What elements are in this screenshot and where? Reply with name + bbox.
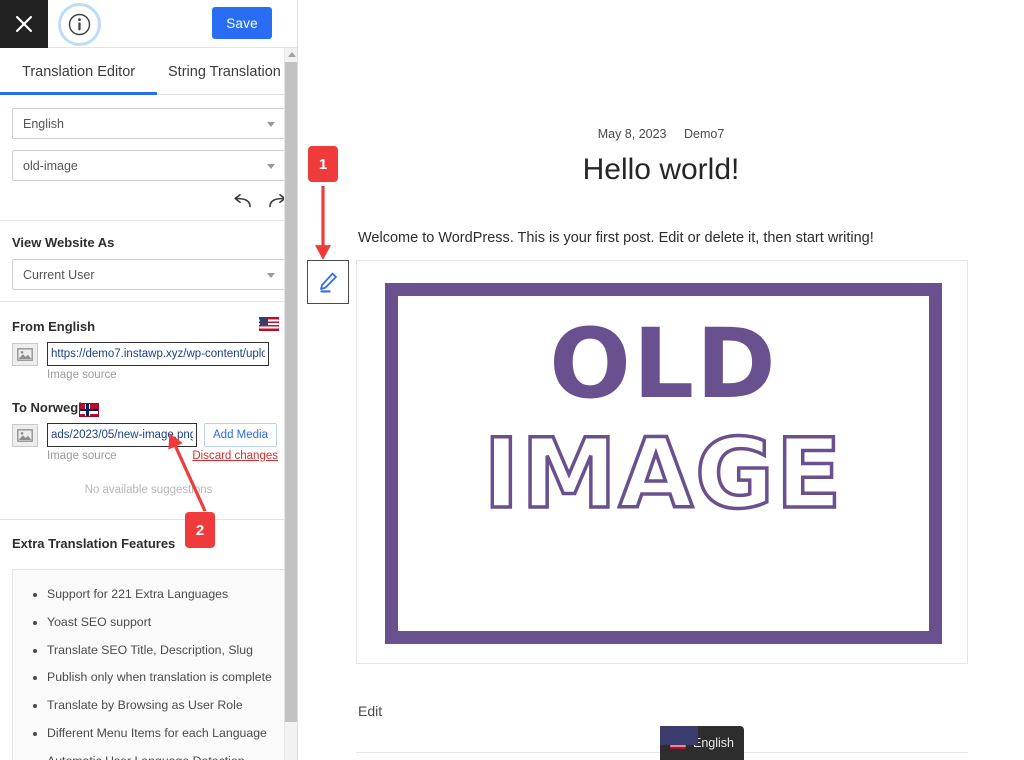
us-flag-icon	[259, 317, 279, 331]
extra-features-title: Extra Translation Features	[12, 536, 176, 551]
scrollbar-thumb[interactable]	[285, 62, 297, 722]
edit-post-link[interactable]: Edit	[358, 703, 382, 719]
source-language-title: From English	[12, 318, 96, 334]
extra-features-list: Support for 221 Extra Languages Yoast SE…	[13, 587, 284, 760]
translation-editor-sidebar: Save Translation Editor String Translati…	[0, 0, 298, 760]
list-item: Publish only when translation is complet…	[47, 670, 284, 685]
selectors-section: English old-image	[0, 95, 297, 181]
target-image-hint-row: Image source Discard changes	[0, 447, 297, 462]
target-language-header: To Norwegian	[0, 395, 297, 419]
norway-flag-icon	[78, 403, 99, 417]
source-language-header: From English	[0, 314, 297, 338]
pencil-icon[interactable]	[307, 260, 349, 304]
source-field-row	[0, 338, 297, 366]
image-text-old: OLD	[549, 308, 778, 420]
sidebar-topbar: Save	[0, 0, 297, 48]
image-placeholder-icon	[12, 343, 38, 366]
info-icon[interactable]	[61, 6, 98, 43]
post-body: Welcome to WordPress. This is your first…	[358, 230, 874, 246]
save-button[interactable]: Save	[212, 7, 272, 39]
site-preview: May 8, 2023 Demo7 Hello world! Welcome t…	[298, 0, 1024, 760]
discard-changes-link[interactable]: Discard changes	[192, 450, 278, 462]
view-website-as-label: View Website As	[12, 235, 115, 250]
list-item: Automatic User Language Detection	[47, 754, 284, 760]
view-website-as-value: Current User	[23, 267, 95, 282]
image-placeholder-icon	[12, 424, 38, 447]
undo-icon[interactable]	[233, 194, 252, 209]
image-purple-border: OLD IMAGE	[385, 283, 942, 644]
language-switcher-label: English	[693, 736, 734, 750]
language-select[interactable]: English	[12, 108, 285, 139]
undo-redo-group	[0, 192, 297, 220]
post-date: May 8, 2023	[597, 127, 667, 141]
source-image-hint: Image source	[47, 369, 117, 381]
add-media-button[interactable]: Add Media	[204, 423, 277, 447]
sidebar-scrollbar[interactable]	[284, 48, 297, 760]
scroll-up-arrow-icon[interactable]	[285, 48, 297, 61]
post-featured-image: OLD IMAGE	[356, 260, 968, 664]
list-item: Yoast SEO support	[47, 615, 284, 630]
sidebar-scroll-area: English old-image View Website As Curren…	[0, 95, 297, 760]
target-image-url-input[interactable]	[47, 423, 197, 447]
image-text-image: IMAGE	[482, 418, 844, 530]
document-select[interactable]: old-image	[12, 150, 285, 181]
language-select-value: English	[23, 116, 64, 131]
post-meta: May 8, 2023 Demo7	[298, 0, 1024, 141]
list-item: Different Menu Items for each Language	[47, 726, 284, 741]
list-item: Translate SEO Title, Description, Slug	[47, 643, 284, 658]
document-select-value: old-image	[23, 158, 78, 173]
list-item: Support for 221 Extra Languages	[47, 587, 284, 602]
language-switcher-badge[interactable]: English	[660, 726, 744, 760]
sidebar-tabs: Translation Editor String Translation	[0, 48, 297, 95]
post-author: Demo7	[683, 127, 725, 141]
chevron-down-icon	[267, 272, 275, 278]
no-suggestions-message: No available suggestions	[84, 484, 213, 496]
tab-translation-editor[interactable]: Translation Editor	[0, 48, 158, 95]
page-title: Hello world!	[582, 153, 740, 186]
target-image-hint: Image source	[47, 450, 117, 462]
us-flag-icon	[670, 737, 686, 749]
close-icon[interactable]	[0, 0, 48, 48]
annotation-marker-2: 2	[185, 512, 215, 548]
chevron-down-icon	[267, 121, 275, 127]
target-field-row: Add Media	[0, 419, 297, 447]
extra-features-box: Support for 221 Extra Languages Yoast SE…	[12, 569, 285, 760]
view-website-as-section: Current User	[0, 259, 297, 290]
source-image-url-input[interactable]	[47, 342, 269, 366]
chevron-down-icon	[267, 163, 275, 169]
view-website-as-select[interactable]: Current User	[12, 259, 285, 290]
tab-string-translation[interactable]: String Translation	[168, 48, 281, 95]
annotation-marker-1: 1	[308, 146, 338, 182]
app-root: Save Translation Editor String Translati…	[0, 0, 1024, 760]
list-item: Translate by Browsing as User Role	[47, 698, 284, 713]
divider	[0, 301, 297, 302]
